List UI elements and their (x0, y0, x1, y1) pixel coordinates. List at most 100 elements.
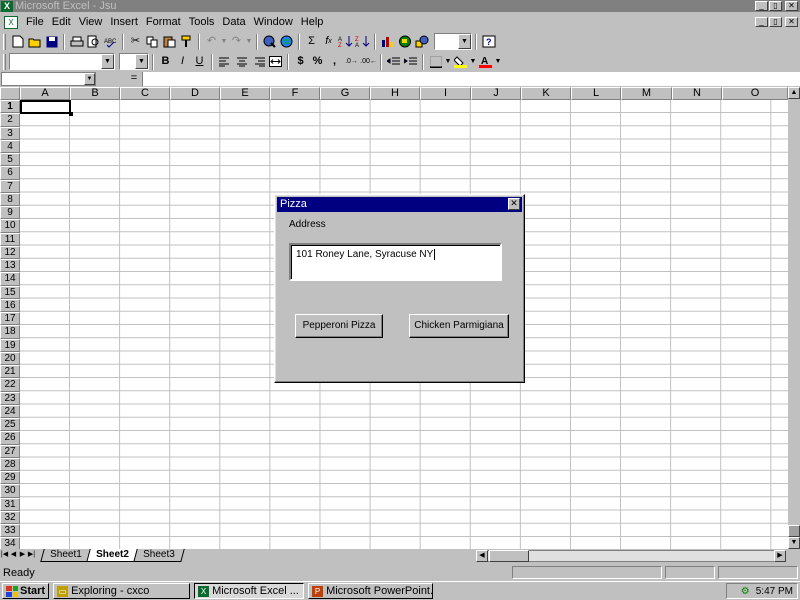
row-header[interactable]: 6 (0, 166, 20, 180)
row-header[interactable]: 33 (0, 524, 20, 538)
row-header[interactable]: 23 (0, 391, 20, 405)
borders-dropdown-icon[interactable]: ▼ (444, 58, 452, 65)
row-header[interactable]: 27 (0, 444, 20, 458)
paste-function-icon[interactable]: fx (320, 33, 337, 50)
row-header[interactable]: 11 (0, 232, 20, 246)
column-header[interactable]: M (621, 87, 672, 100)
row-header[interactable]: 21 (0, 365, 20, 379)
row-header[interactable]: 2 (0, 113, 20, 127)
toolbar-grip[interactable] (3, 33, 6, 50)
cut-icon[interactable]: ✂ (127, 33, 144, 50)
menu-view[interactable]: View (75, 14, 107, 30)
increase-indent-icon[interactable] (402, 53, 419, 70)
window-title-bar[interactable]: X Microsoft Excel - Jsu _ ▯ ✕ (0, 0, 800, 12)
row-header[interactable]: 17 (0, 312, 20, 326)
doc-restore-button[interactable]: ▯ (769, 17, 782, 27)
row-header[interactable]: 13 (0, 259, 20, 273)
sort-ascending-icon[interactable]: AZ (337, 33, 354, 50)
print-icon[interactable] (68, 33, 85, 50)
fill-color-icon[interactable] (452, 53, 469, 70)
column-header[interactable]: I (420, 87, 471, 100)
close-button[interactable]: ✕ (785, 1, 798, 11)
row-header[interactable]: 12 (0, 245, 20, 259)
merge-center-icon[interactable] (267, 53, 284, 70)
row-header[interactable]: 28 (0, 457, 20, 471)
row-header[interactable]: 15 (0, 285, 20, 299)
document-icon[interactable]: X (4, 15, 18, 29)
web-toolbar-icon[interactable] (278, 33, 295, 50)
column-header[interactable]: O (722, 87, 788, 100)
name-box[interactable]: ▼ (1, 72, 96, 86)
paste-icon[interactable] (161, 33, 178, 50)
new-icon[interactable] (9, 33, 26, 50)
menu-insert[interactable]: Insert (106, 14, 142, 30)
underline-button[interactable]: U (191, 53, 208, 70)
column-header[interactable]: H (370, 87, 420, 100)
row-header[interactable]: 4 (0, 139, 20, 153)
fill-dropdown-icon[interactable]: ▼ (469, 58, 477, 65)
row-header[interactable]: 10 (0, 219, 20, 233)
decrease-decimal-icon[interactable]: .00← (360, 53, 377, 70)
format-painter-icon[interactable] (178, 33, 195, 50)
close-icon[interactable]: ✕ (508, 198, 520, 210)
percent-button[interactable]: % (309, 53, 326, 70)
prev-sheet-icon[interactable]: ◀ (9, 549, 18, 561)
row-header[interactable]: 14 (0, 272, 20, 286)
doc-close-button[interactable]: ✕ (785, 17, 798, 27)
taskbar-item-excel[interactable]: X Microsoft Excel ... (194, 583, 305, 599)
formula-input[interactable] (142, 72, 800, 86)
horizontal-scrollbar[interactable]: ◀ ▶ (476, 550, 786, 562)
autosum-icon[interactable]: Σ (303, 33, 320, 50)
save-icon[interactable] (43, 33, 60, 50)
chevron-down-icon[interactable]: ▼ (458, 34, 471, 49)
chevron-down-icon[interactable]: ▼ (135, 54, 148, 69)
column-header[interactable]: E (220, 87, 270, 100)
spelling-icon[interactable]: ABC (102, 33, 119, 50)
align-center-icon[interactable] (233, 53, 250, 70)
align-left-icon[interactable] (216, 53, 233, 70)
excel-app-icon[interactable]: X (1, 0, 13, 12)
menu-format[interactable]: Format (142, 14, 185, 30)
print-preview-icon[interactable] (85, 33, 102, 50)
column-header[interactable]: N (672, 87, 722, 100)
column-header[interactable]: G (320, 87, 370, 100)
select-all-button[interactable] (0, 87, 20, 100)
next-sheet-icon[interactable]: ▶ (18, 549, 27, 561)
row-header[interactable]: 8 (0, 192, 20, 206)
column-header[interactable]: A (20, 87, 70, 100)
clock[interactable]: 5:47 PM (756, 586, 793, 597)
scroll-down-icon[interactable]: ▼ (788, 537, 800, 549)
column-header[interactable]: L (571, 87, 621, 100)
menu-window[interactable]: Window (250, 14, 297, 30)
increase-decimal-icon[interactable]: .0→ (343, 53, 360, 70)
drawing-icon[interactable] (413, 33, 430, 50)
sort-descending-icon[interactable]: ZA (354, 33, 371, 50)
menu-edit[interactable]: Edit (48, 14, 75, 30)
scroll-right-icon[interactable]: ▶ (774, 550, 786, 562)
row-header[interactable]: 32 (0, 510, 20, 524)
row-header[interactable]: 1 (0, 100, 20, 114)
row-header[interactable]: 26 (0, 431, 20, 445)
hyperlink-icon[interactable] (261, 33, 278, 50)
map-icon[interactable] (396, 33, 413, 50)
row-header[interactable]: 29 (0, 471, 20, 485)
maximize-button[interactable]: ▯ (769, 1, 782, 11)
menu-data[interactable]: Data (218, 14, 249, 30)
column-header[interactable]: F (270, 87, 320, 100)
row-header[interactable]: 18 (0, 325, 20, 339)
row-header[interactable]: 16 (0, 298, 20, 312)
column-header[interactable]: D (170, 87, 220, 100)
network-icon[interactable]: ⚙ (741, 586, 750, 597)
doc-minimize-button[interactable]: _ (755, 17, 768, 27)
row-header[interactable]: 24 (0, 404, 20, 418)
decrease-indent-icon[interactable] (385, 53, 402, 70)
copy-icon[interactable] (144, 33, 161, 50)
row-header[interactable]: 20 (0, 351, 20, 365)
taskbar-item-powerpoint[interactable]: P Microsoft PowerPoint... (308, 583, 434, 599)
font-name-box[interactable]: ▼ (9, 53, 115, 70)
borders-icon[interactable] (427, 53, 444, 70)
menu-tools[interactable]: Tools (185, 14, 219, 30)
menu-help[interactable]: Help (297, 14, 328, 30)
redo-dropdown-icon[interactable]: ▼ (245, 38, 253, 45)
last-sheet-icon[interactable]: ▶| (27, 549, 36, 561)
